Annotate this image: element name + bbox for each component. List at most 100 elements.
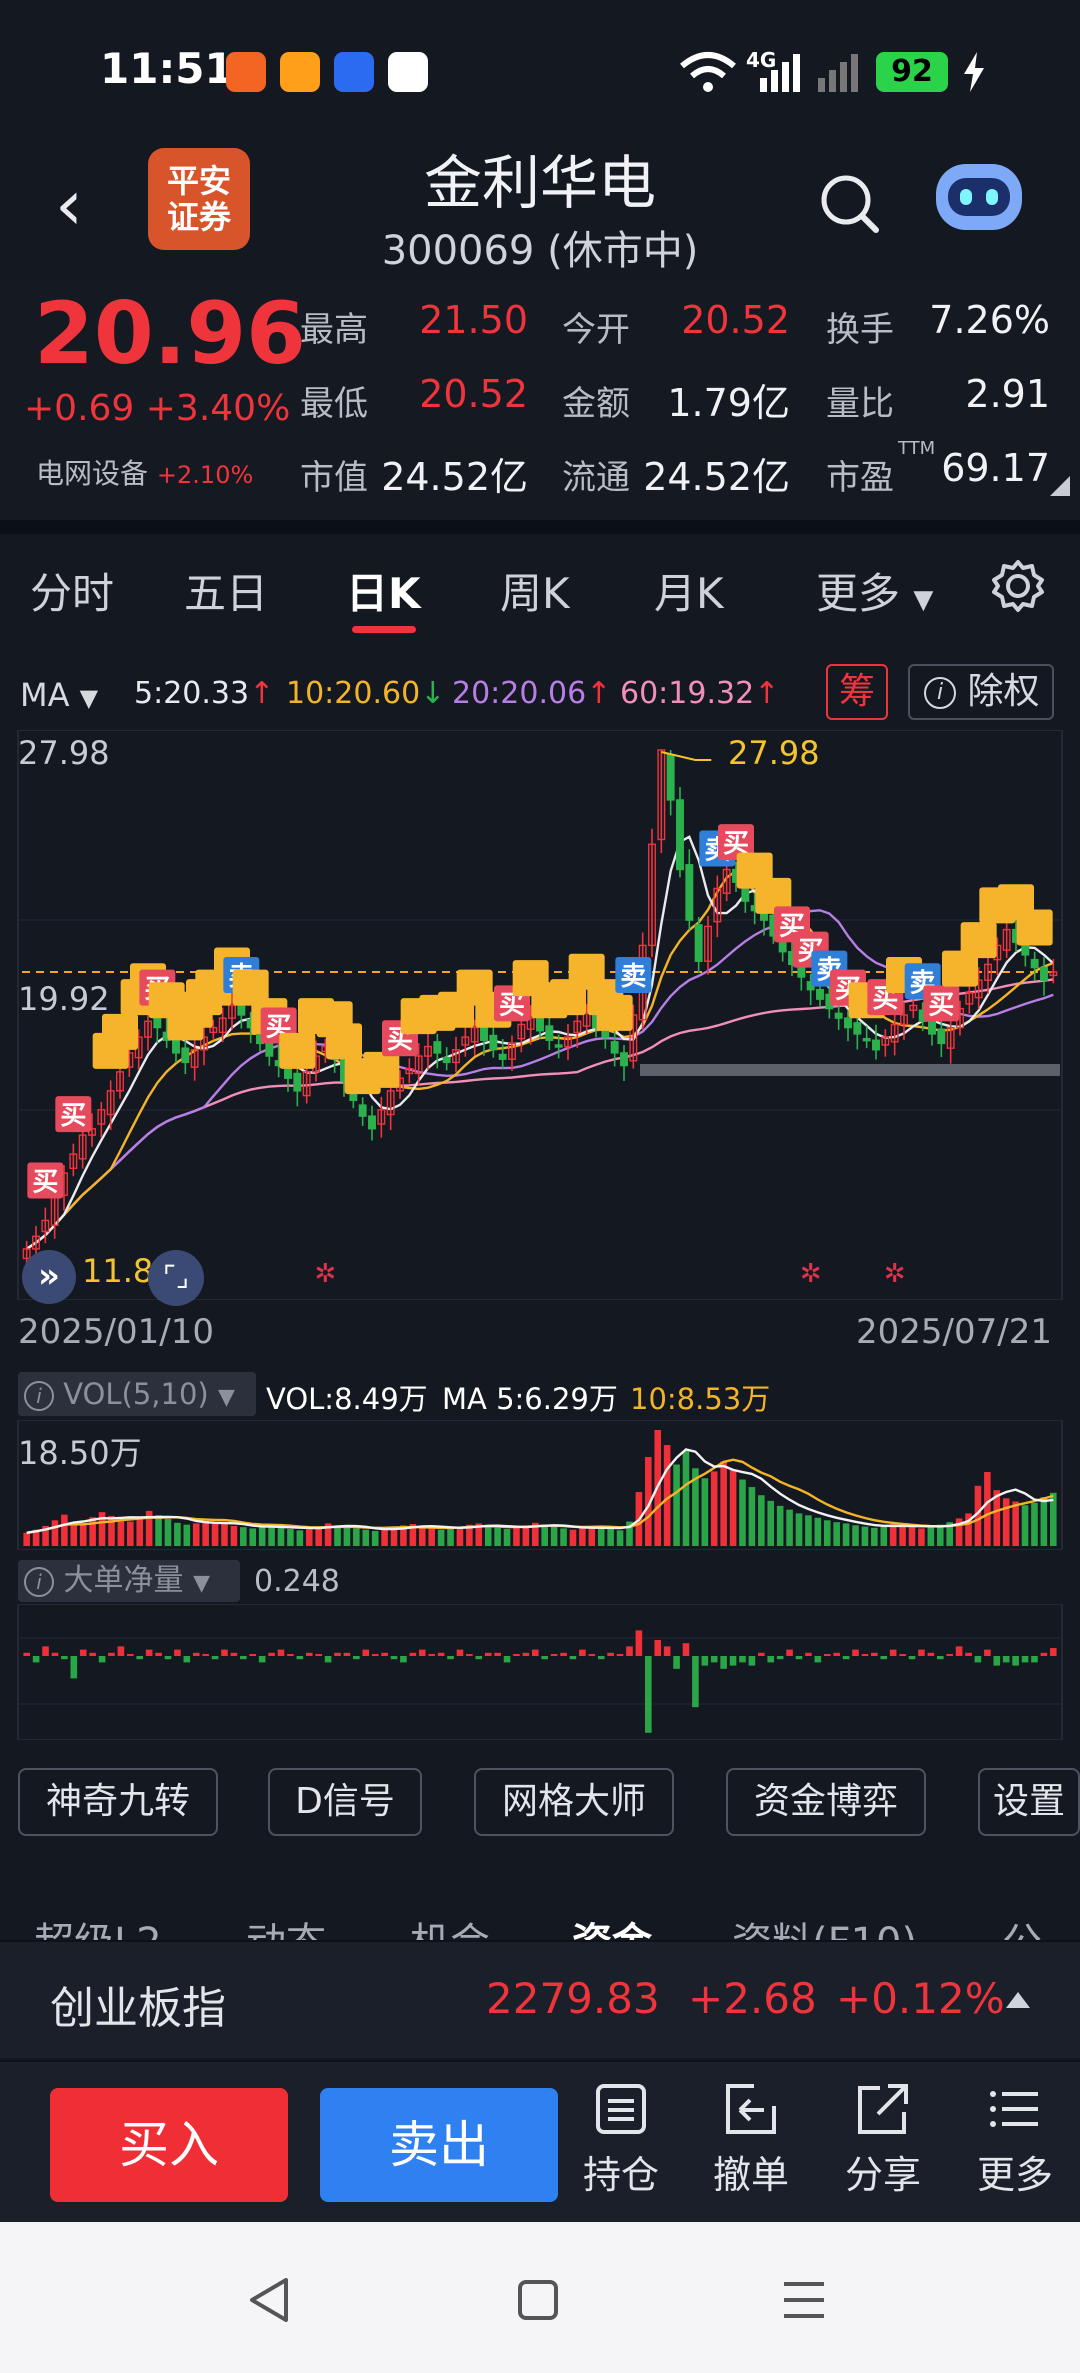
capital-game-button[interactable]: 资金博弈	[726, 1768, 926, 1836]
net-flow-bar	[287, 1654, 294, 1656]
tab-monthly-k[interactable]: 月K	[654, 560, 724, 621]
more-button[interactable]: 更多	[960, 2082, 1070, 2199]
ex-rights-button[interactable]: i 除权	[908, 664, 1054, 720]
net-flow-selector[interactable]: i 大单净量 ▼	[18, 1560, 240, 1602]
stock-code-status: 300069 (休市中)	[381, 228, 699, 274]
tab-daily-k[interactable]: 日K	[346, 560, 421, 621]
quote-field-label: 市盈	[826, 458, 894, 498]
t-signal-marker	[279, 1032, 316, 1069]
info-tab-news[interactable]: 动态	[246, 1910, 326, 1940]
net-flow-value: 0.248	[254, 1564, 340, 1599]
kline-svg: 买买买卖买买买卖卖买买买卖买买卖买✲✲✲	[17, 729, 1063, 1301]
quote-field-label: 市值	[300, 458, 368, 498]
volume-bar	[927, 1526, 935, 1546]
app-notification-icon	[388, 52, 428, 92]
net-flow-bar	[936, 1656, 944, 1660]
net-flow-bar	[908, 1656, 916, 1660]
grid-master-button[interactable]: 网格大师	[474, 1768, 674, 1836]
net-flow-bar	[852, 1649, 859, 1656]
candle	[489, 1034, 498, 1051]
info-tab-opportunity[interactable]: 机会	[410, 1910, 490, 1940]
nav-home-icon[interactable]	[516, 2278, 560, 2322]
net-flow-bar	[79, 1649, 87, 1656]
sector-change: +2.10%	[156, 461, 254, 489]
d-signal-button[interactable]: D信号	[268, 1768, 422, 1836]
sector-tag[interactable]: 电网设备 +2.10%	[36, 452, 253, 492]
cancel-order-button[interactable]: 撤单	[696, 2082, 806, 2199]
magic-nine-button[interactable]: 神奇九转	[18, 1768, 218, 1836]
indicator-settings-button[interactable]: 设置	[978, 1768, 1080, 1836]
expand-icon[interactable]: »	[22, 1250, 76, 1304]
net-flow-bar	[861, 1654, 869, 1656]
sector-name: 电网设备	[36, 457, 149, 490]
tab-intraday[interactable]: 分时	[30, 560, 114, 621]
nav-recents-icon[interactable]	[782, 2280, 826, 2320]
app-notification-icon	[334, 52, 374, 92]
index-value: 2279.83	[486, 1974, 660, 2023]
quote-field-label: 金额	[562, 384, 630, 424]
net-flow-bar	[1040, 1652, 1048, 1656]
info-tab-capital[interactable]: 资金	[572, 1910, 652, 1940]
volume-ma5: MA 5:6.29万	[442, 1382, 618, 1416]
net-flow-bar	[428, 1654, 435, 1656]
net-flow-bar	[569, 1656, 577, 1660]
share-button[interactable]: 分享	[828, 2082, 938, 2199]
info-tab-announcement[interactable]: 公告	[1002, 1910, 1080, 1940]
fullscreen-icon[interactable]: ⌜⌟	[148, 1250, 204, 1306]
position-button[interactable]: 持仓	[566, 2082, 676, 2199]
chevron-down-icon: ▼	[913, 585, 934, 615]
volume-bar	[183, 1524, 191, 1546]
net-flow-bar	[211, 1656, 219, 1660]
volume-bar	[1021, 1505, 1029, 1546]
net-flow-bar	[89, 1652, 96, 1656]
volume-bar	[127, 1521, 134, 1546]
info-tab-f10[interactable]: 资料(F10)	[732, 1910, 917, 1940]
volume-bar	[842, 1523, 850, 1546]
share-label: 分享	[844, 2153, 921, 2197]
nav-back-icon[interactable]	[246, 2276, 290, 2324]
ai-assistant-icon[interactable]	[936, 164, 1022, 230]
tab-more[interactable]: 更多 ▼	[816, 560, 933, 621]
tab-weekly-k[interactable]: 周K	[500, 560, 570, 621]
volume-bar	[569, 1529, 577, 1546]
position-label: 持仓	[582, 2153, 659, 2197]
net-flow-bar	[531, 1649, 539, 1656]
buy-button[interactable]: 买入	[50, 2088, 288, 2202]
volume-bar	[758, 1495, 765, 1546]
event-marker: ✲	[884, 1259, 906, 1289]
quote-field-value: 20.52	[681, 298, 790, 342]
index-ticker-bar[interactable]: 创业板指 2279.83 +2.68 +0.12%	[0, 1940, 1080, 2058]
volume-bar	[437, 1529, 445, 1546]
expand-up-icon[interactable]	[1006, 1992, 1030, 2008]
back-icon[interactable]: ‹	[55, 170, 83, 240]
quote-field-label: 最低	[300, 384, 368, 424]
net-flow-name: 大单净量	[63, 1563, 184, 1598]
volume-indicator-selector[interactable]: i VOL(5,10) ▼	[18, 1372, 256, 1416]
gear-icon[interactable]	[990, 558, 1046, 614]
net-flow-bar	[1002, 1656, 1010, 1663]
net-flow-bar	[324, 1656, 332, 1663]
sell-button[interactable]: 卖出	[320, 2088, 558, 2202]
buy-signal-label: 买	[928, 990, 954, 1020]
net-flow-bar	[513, 1654, 520, 1656]
ma-selector[interactable]: MA ▼	[20, 676, 98, 714]
separator	[0, 520, 1080, 534]
net-flow-bar	[183, 1656, 191, 1663]
info-tab-l2[interactable]: 超级L2	[34, 1910, 162, 1940]
volume-bar	[155, 1515, 162, 1546]
tab-five-day[interactable]: 五日	[184, 560, 268, 621]
net-flow-bar	[70, 1656, 78, 1679]
volume-bar	[701, 1478, 709, 1546]
chip-distribution-button[interactable]: 筹	[826, 664, 888, 720]
candle	[480, 1026, 488, 1041]
net-flow-bar	[522, 1652, 530, 1656]
quote-field-value: 21.50	[419, 298, 528, 342]
net-flow-bar	[729, 1656, 737, 1666]
ma5-line	[26, 835, 1055, 1250]
net-flow-bar	[466, 1654, 473, 1656]
net-flow-bar	[626, 1646, 633, 1656]
kline-chart[interactable]: 买买买卖买买买卖卖买买买卖买买卖买✲✲✲ 27.98 19.92 11.85 2…	[0, 729, 1080, 1306]
net-flow-bar	[701, 1656, 709, 1666]
search-icon[interactable]	[818, 172, 880, 234]
net-flow-bar	[390, 1656, 398, 1660]
